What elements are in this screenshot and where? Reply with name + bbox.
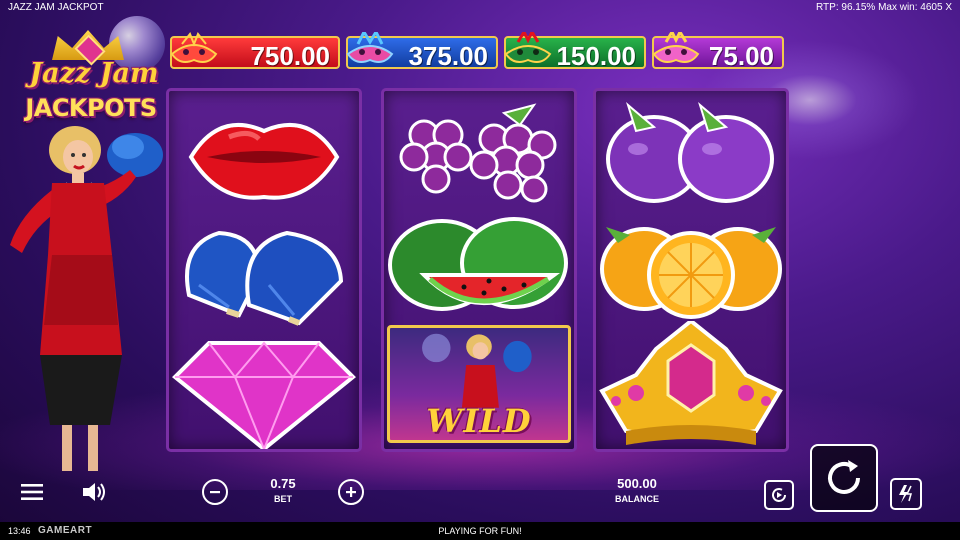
gold-crown-icon: [599, 321, 783, 445]
sound-button[interactable]: [80, 479, 108, 505]
bet-label: BET: [274, 494, 292, 504]
purple-mask-icon: [652, 32, 700, 63]
plums-icon: [606, 102, 774, 203]
plus-icon: [346, 487, 356, 497]
game-name: JAZZ JAM JACKPOT: [8, 2, 104, 13]
spin-button[interactable]: [810, 444, 878, 512]
oranges-icon: [600, 227, 782, 319]
jackpot-grand-amount: 750.00: [250, 41, 330, 71]
grapes-icon: [399, 103, 557, 203]
minus-icon: [210, 491, 220, 494]
pink-diamond-icon: [172, 341, 356, 449]
lips-symbol: [169, 97, 359, 215]
reel-2: WILD: [381, 88, 577, 452]
red-mask-icon: [170, 32, 218, 63]
spin-arrows-icon: [828, 460, 860, 494]
reel-area: WILD: [166, 88, 792, 452]
jackpot-major-amount: 375.00: [408, 41, 488, 71]
logo-title: Jazz Jam: [29, 58, 159, 89]
bet-increase-button[interactable]: [338, 479, 364, 505]
jackpot-minor: 150.00: [504, 32, 646, 71]
balance-value: 500.00: [617, 476, 657, 491]
lightning-icon: [899, 485, 912, 503]
balance-label: BALANCE: [615, 494, 659, 504]
watermelon-icon: [388, 217, 568, 311]
bet-decrease-button[interactable]: [202, 479, 228, 505]
wild-symbol: WILD: [387, 325, 571, 443]
feather-fans-symbol: [169, 215, 359, 333]
wild-label: WILD: [426, 402, 532, 440]
turbo-button[interactable]: [890, 478, 922, 510]
status-bar: 13:46 GAMEART PLAYING FOR FUN!: [0, 522, 960, 540]
reel-3: [593, 88, 789, 452]
game-stage: JAZZ JAM JACKPOT RTP: 96.15% Max win: 46…: [0, 0, 960, 540]
blue-mask-icon: [346, 32, 394, 63]
jackpot-major: 375.00: [346, 32, 498, 71]
menu-button[interactable]: [18, 480, 46, 504]
lips-icon: [188, 122, 340, 200]
jackpot-mini: 75.00: [652, 32, 784, 71]
play-mode-text: PLAYING FOR FUN!: [438, 526, 522, 536]
jazz-singer-character: [10, 126, 163, 471]
logo-subtitle: JACKPOTS: [25, 94, 157, 122]
speaker-icon: [83, 483, 105, 501]
crown-symbol: [596, 321, 786, 445]
feather-fan-icon: [107, 133, 163, 177]
grapes-symbol: [384, 95, 574, 213]
bet-value: 0.75: [270, 476, 296, 491]
oranges-symbol: [596, 215, 786, 333]
hamburger-menu-icon: [21, 484, 43, 500]
autoplay-icon: [772, 488, 786, 502]
jackpot-mini-amount: 75.00: [708, 41, 774, 71]
jackpot-minor-amount: 150.00: [556, 41, 636, 71]
control-bar: 0.75 BET 500.00 BALANCE: [0, 444, 960, 524]
game-logo: Jazz Jam JACKPOTS: [14, 16, 166, 126]
autoplay-button[interactable]: [764, 480, 794, 510]
wild-singer-icon: [422, 333, 532, 408]
feather-fans-icon: [185, 230, 344, 326]
rtp-info: RTP: 96.15% Max win: 4605 X: [816, 2, 952, 13]
green-mask-icon: [504, 32, 552, 63]
plums-symbol: [596, 97, 786, 215]
jackpot-grand: 750.00: [170, 32, 340, 71]
reel-1: [166, 88, 362, 452]
jackpot-bar: 750.00 375.00 150.00 75.00: [170, 32, 790, 72]
watermelon-symbol: [384, 215, 574, 333]
diamond-symbol: [169, 331, 359, 449]
